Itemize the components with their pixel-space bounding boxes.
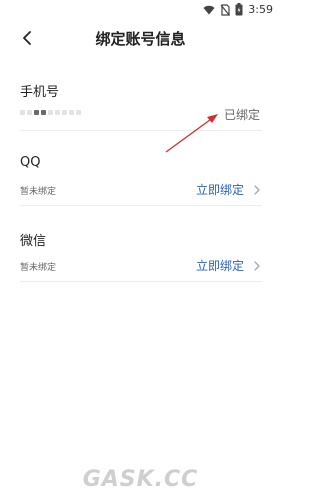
phone-number-masked [20, 110, 81, 115]
phone-row[interactable]: 已绑定 [20, 101, 262, 131]
app-header: 绑定账号信息 [0, 22, 281, 54]
wechat-unbound-text: 暂未绑定 [20, 263, 57, 273]
qq-row[interactable]: 暂未绑定 立即绑定 [20, 176, 262, 206]
wifi-icon [203, 5, 215, 14]
no-sim-icon [220, 3, 231, 16]
battery-icon [235, 3, 243, 16]
section-label-qq: QQ [20, 155, 41, 170]
site-watermark: GASK.CC [82, 467, 199, 492]
phone-bound-status: 已绑定 [223, 108, 260, 122]
chevron-right-icon [254, 261, 260, 271]
section-label-phone: 手机号 [20, 85, 60, 100]
annotation-arrow [165, 114, 218, 153]
wechat-row[interactable]: 暂未绑定 立即绑定 [20, 252, 262, 282]
qq-bind-button[interactable]: 立即绑定 [196, 181, 244, 198]
wechat-bind-button[interactable]: 立即绑定 [196, 257, 244, 274]
qq-unbound-text: 暂未绑定 [20, 187, 57, 197]
status-time: 3:59 [248, 3, 273, 16]
chevron-right-icon [254, 185, 260, 195]
page-title: 绑定账号信息 [95, 30, 186, 48]
status-bar: 3:59 [0, 0, 281, 20]
section-label-wechat: 微信 [20, 234, 47, 249]
status-icons: 3:59 [203, 3, 273, 16]
